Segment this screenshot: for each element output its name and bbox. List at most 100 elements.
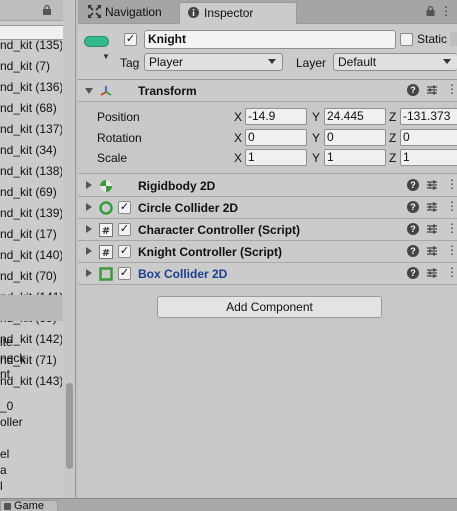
rotation-y-field[interactable]: 0 [324,129,386,146]
hierarchy-item[interactable]: nd_kit (137) [0,119,62,140]
hierarchy-item[interactable]: l [0,478,62,494]
hierarchy-item[interactable]: nd_kit (135) [0,35,62,56]
preset-icon[interactable] [426,84,438,96]
scale-y-field[interactable]: 1 [324,149,386,166]
component-menu-icon[interactable]: ⋮ [446,265,457,279]
hierarchy-item[interactable]: nd_kit (17) [0,224,62,245]
hierarchy-item[interactable]: nd_kit (139) [0,203,62,224]
axis-label: X [234,131,243,145]
component-enabled-checkbox[interactable]: ✓ [118,223,131,236]
axis-label: X [234,151,243,165]
inspector-menu-icon[interactable]: ⋮ [440,4,452,18]
box-collider-2d-header[interactable]: ✓ Box Collider 2D ? ⋮ [78,263,457,285]
position-x-field[interactable]: -14.9 [245,108,307,125]
hierarchy-item[interactable]: oller [0,414,62,430]
help-icon[interactable]: ? [407,179,419,191]
position-y-field[interactable]: 24.445 [324,108,386,125]
tab-navigation[interactable]: Navigation [81,2,179,24]
preset-icon[interactable] [426,179,438,191]
help-icon[interactable]: ? [407,245,419,257]
preset-icon[interactable] [426,201,438,213]
component-menu-icon[interactable]: ⋮ [446,177,457,191]
transform-header[interactable]: Transform ? ⋮ [78,80,457,102]
tab-game[interactable]: Game [0,500,58,511]
static-label: Static [417,32,448,46]
hierarchy-scroll-thumb[interactable] [66,383,73,469]
tag-value: Player [149,55,184,69]
hierarchy-panel: ⋮ nd_kit (135) nd_kit (7) nd_kit (136) n… [0,0,76,498]
component-enabled-checkbox[interactable]: ✓ [118,267,131,280]
scale-z-field[interactable]: 1 [400,149,457,166]
gameobject-name-field[interactable]: Knight [144,30,396,49]
component-title: Rigidbody 2D [138,179,216,193]
component-menu-icon[interactable]: ⋮ [446,82,457,96]
component-enabled-checkbox[interactable]: ✓ [118,245,131,258]
tab-inspector[interactable]: Inspector [179,2,297,24]
position-z-field[interactable]: -131.373 [400,108,457,125]
svg-text:#: # [102,226,110,237]
transform-row-position: Position X -14.9 Y 24.445 Z -131.373 [78,106,457,126]
navigation-icon [88,5,101,18]
hierarchy-item[interactable]: nd_kit (69) [0,182,62,203]
foldout-icon[interactable] [86,181,92,189]
help-icon[interactable]: ? [407,201,419,213]
axis-label: Y [312,131,321,145]
foldout-icon[interactable] [86,225,92,233]
preset-icon[interactable] [426,267,438,279]
foldout-icon[interactable] [86,269,92,277]
hierarchy-list-lower: ite neck nt _0 oller el a l [0,334,62,494]
tag-dropdown[interactable]: Player [144,53,283,71]
preset-icon[interactable] [426,245,438,257]
layer-dropdown[interactable]: Default [333,53,457,71]
add-component-button[interactable]: Add Component [157,296,382,318]
scale-x-field[interactable]: 1 [245,149,307,166]
hierarchy-item[interactable]: _0 [0,398,62,414]
component-menu-icon[interactable]: ⋮ [446,221,457,235]
help-icon[interactable]: ? [407,267,419,279]
tab-game-label: Game [14,500,44,511]
preset-icon[interactable] [426,223,438,235]
static-dropdown[interactable] [450,32,457,46]
lock-icon[interactable] [425,5,436,17]
hierarchy-item[interactable]: ite [0,334,62,350]
hierarchy-item[interactable]: neck [0,350,62,366]
rigidbody-2d-header[interactable]: Rigidbody 2D ? ⋮ [78,175,457,197]
component-menu-icon[interactable]: ⋮ [446,199,457,213]
foldout-icon[interactable] [86,203,92,211]
transform-row-scale: Scale X 1 Y 1 Z 1 [78,147,457,167]
gameobject-icon[interactable] [84,36,109,47]
lock-icon[interactable] [41,4,53,16]
character-controller-header[interactable]: # ✓ Character Controller (Script) ? ⋮ [78,219,457,241]
static-checkbox[interactable] [400,33,413,46]
hierarchy-item[interactable]: nd_kit (68) [0,98,62,119]
help-icon[interactable]: ? [407,223,419,235]
hierarchy-item[interactable] [0,430,62,446]
help-icon[interactable]: ? [407,84,419,96]
hierarchy-item[interactable]: nt [0,366,62,382]
rotation-x-field[interactable]: 0 [245,129,307,146]
hierarchy-item[interactable]: a [0,462,62,478]
component-menu-icon[interactable]: ⋮ [446,243,457,257]
inspector-panel: Navigation Inspector ⋮ ▼ ✓ Knight Static… [78,0,457,498]
rotation-z-field[interactable]: 0 [400,129,457,146]
hierarchy-item[interactable]: el [0,446,62,462]
foldout-icon[interactable] [86,247,92,255]
circle-collider-2d-header[interactable]: ✓ Circle Collider 2D ? ⋮ [78,197,457,219]
active-checkbox[interactable]: ✓ [124,33,137,46]
hierarchy-item[interactable] [0,382,62,398]
hierarchy-item[interactable]: nd_kit (70) [0,266,62,287]
hierarchy-item[interactable]: nd_kit (138) [0,161,62,182]
hierarchy-item[interactable]: nd_kit (136) [0,77,62,98]
row-label: Scale [97,151,128,165]
component-title: Knight Controller (Script) [138,245,282,259]
hierarchy-item[interactable]: nd_kit (140) [0,245,62,266]
knight-controller-header[interactable]: # ✓ Knight Controller (Script) ? ⋮ [78,241,457,263]
hierarchy-item[interactable]: nd_kit (7) [0,56,62,77]
chevron-down-icon [443,59,451,64]
foldout-icon[interactable] [85,88,93,94]
tab-bar: Navigation Inspector ⋮ [78,0,457,24]
hierarchy-item[interactable]: nd_kit (34) [0,140,62,161]
hierarchy-selected-row[interactable] [0,295,63,321]
component-enabled-checkbox[interactable]: ✓ [118,201,131,214]
icon-dropdown-arrow-icon[interactable]: ▼ [102,52,110,61]
